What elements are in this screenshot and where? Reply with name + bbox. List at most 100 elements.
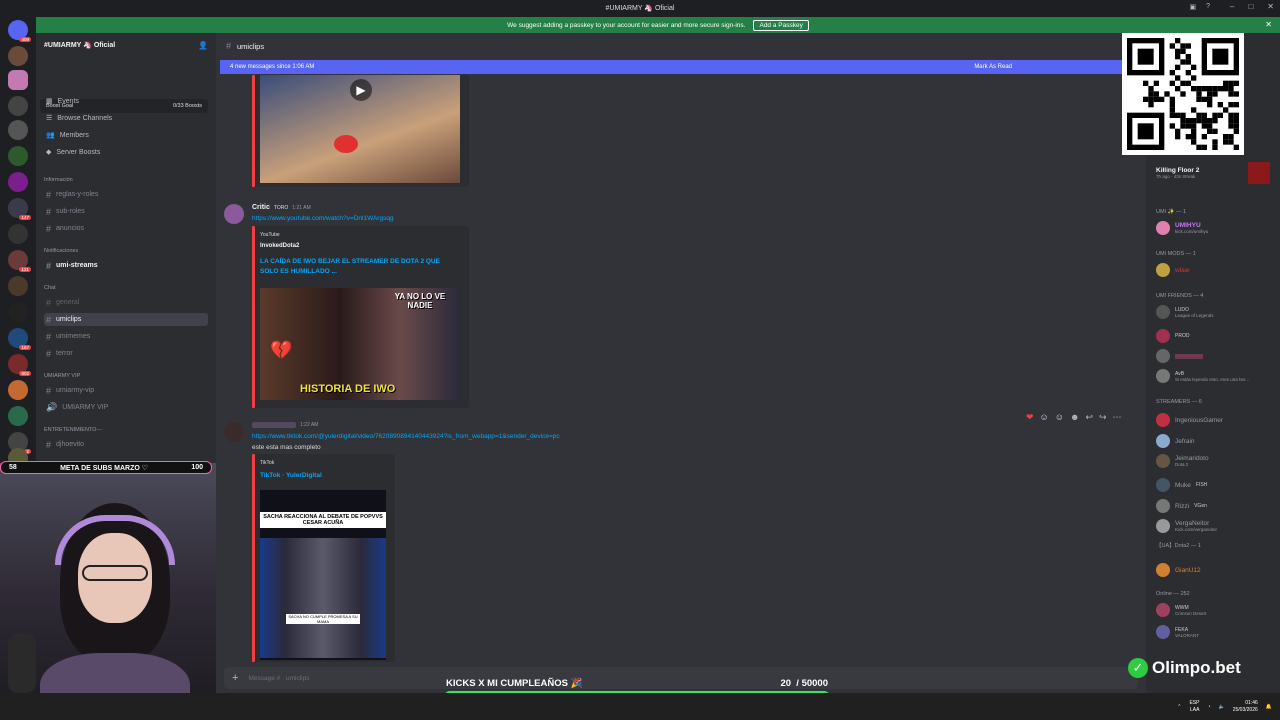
qr-module	[1191, 118, 1197, 124]
add-member-icon[interactable]: 👤	[198, 41, 208, 50]
author-name-blurred[interactable]	[252, 422, 296, 428]
clock[interactable]: 01:46 25/03/2026	[1233, 700, 1258, 714]
qr-module	[1175, 134, 1181, 140]
close-icon[interactable]: ✕	[1265, 20, 1272, 29]
inbox-icon[interactable]: ▣	[1189, 3, 1196, 11]
heart-reaction-icon[interactable]: ❤	[1026, 412, 1034, 423]
qr-module	[1175, 54, 1181, 60]
member-item[interactable]: wlaw	[1156, 263, 1189, 277]
member-item[interactable]: AvB Si estás leyendo esto, eres una her..…	[1156, 369, 1249, 383]
category-info[interactable]: Información	[44, 177, 73, 183]
server-icon-dm[interactable]: 409	[8, 20, 31, 42]
volume-icon[interactable]: 🔈	[1219, 704, 1225, 710]
member-item[interactable]: WWM Crimson Desert	[1156, 603, 1206, 617]
language-indicator[interactable]: ESP LAA	[1189, 700, 1199, 714]
add-passkey-button[interactable]: Add a Passkey	[753, 19, 809, 31]
channel-terror[interactable]: # terror	[44, 347, 208, 360]
server-icon[interactable]: 167	[8, 328, 31, 350]
server-icon[interactable]: 147	[8, 198, 31, 220]
member-item[interactable]: Rizzi VGen	[1156, 499, 1207, 513]
tray-chevron-icon[interactable]: ⌃	[1177, 704, 1181, 710]
message-link[interactable]: https://www.youtube.com/watch?v=Dnl1WArg…	[252, 215, 394, 222]
new-messages-bar[interactable]: 4 new messages since 1:06 AM Mark As Rea…	[220, 60, 1132, 74]
member-item[interactable]: Jefrain	[1156, 434, 1195, 448]
author-name[interactable]: Critic	[252, 204, 270, 211]
hash-icon: #	[46, 314, 52, 325]
embed-title[interactable]: TikTok · YulerDigital	[260, 472, 322, 479]
server-icon[interactable]	[8, 224, 28, 244]
qr-module	[1185, 54, 1191, 60]
category-entretenimiento[interactable]: ENTRETENIMIENTO---	[44, 427, 102, 433]
member-item[interactable]: VergaNeitor Kick.com/verganeitor	[1156, 519, 1217, 533]
server-icon[interactable]	[8, 96, 28, 116]
member-item[interactable]: PROD	[1156, 329, 1189, 343]
channel-umiclips[interactable]: # umiclips	[44, 313, 208, 326]
plus-icon[interactable]: +	[232, 672, 238, 684]
server-icon[interactable]	[8, 406, 28, 426]
member-activity[interactable]: Killing Floor 2 7h ago · 43s Streak	[1156, 162, 1270, 184]
message-link[interactable]: https://www.tiktok.com/@yulerdigital/vid…	[252, 433, 560, 440]
video-thumbnail[interactable]: SACHA REACCIONA AL DEBATE DE POPVVS CESA…	[260, 490, 386, 660]
member-item[interactable]: IngeniousGamer	[1156, 413, 1223, 427]
video-thumbnail[interactable]: YA NO LO VE NADIE 💔 HISTORIA DE IWO	[260, 288, 460, 400]
help-icon[interactable]: ?	[1206, 3, 1210, 11]
nav-events[interactable]: ▦ Events	[46, 97, 79, 106]
channel-general[interactable]: # general	[44, 296, 208, 309]
nav-server-boosts[interactable]: ◆ Server Boosts	[46, 148, 100, 157]
server-icon[interactable]	[8, 380, 28, 400]
channel-djhoevito[interactable]: # djhoevito	[44, 438, 208, 451]
member-item[interactable]: Jeimaridoto Dota 2	[1156, 454, 1209, 468]
forward-icon[interactable]: ↪	[1099, 412, 1107, 423]
avatar[interactable]	[224, 204, 244, 224]
notification-icon[interactable]: 🔔	[1266, 704, 1272, 710]
server-icon[interactable]	[8, 46, 28, 66]
avatar[interactable]	[224, 422, 244, 442]
category-chat[interactable]: Chat	[44, 285, 56, 291]
reply-icon[interactable]: ↩	[1085, 412, 1093, 423]
member-item[interactable]	[1156, 349, 1203, 363]
server-icon-active[interactable]	[8, 70, 28, 90]
channel-umi-streams[interactable]: # umi-streams	[44, 259, 208, 272]
member-name: wlaw	[1175, 266, 1190, 274]
video-thumbnail[interactable]: ▶	[260, 75, 460, 183]
qr-module	[1212, 91, 1218, 97]
message-input[interactable]: Message # · umiclips	[248, 675, 309, 682]
nav-members[interactable]: 👥 Members	[46, 131, 89, 140]
member-item[interactable]: LUDO League of Legends	[1156, 305, 1214, 319]
guild-name[interactable]: #UMIARMY 🦄 Oficial	[44, 41, 115, 49]
embed-author[interactable]: InvokedDota2	[260, 243, 299, 249]
qr-module	[1233, 102, 1239, 108]
member-item[interactable]: GianU12	[1156, 563, 1201, 577]
server-icon[interactable]: 121	[8, 250, 31, 272]
youtube-embed: YouTube InvokedDota2 LA CAÍDA DE IWO BEJ…	[255, 226, 469, 408]
server-icon[interactable]	[8, 146, 28, 166]
mark-as-read-button[interactable]: Mark As Read	[974, 64, 1012, 70]
close-button[interactable]: ✕	[1267, 2, 1274, 11]
category-notificaciones[interactable]: Notificaciones	[44, 248, 78, 254]
member-item[interactable]: Muke FISH	[1156, 478, 1207, 492]
maximize-button[interactable]: □	[1248, 2, 1253, 11]
channel-anuncios[interactable]: # anuncios	[44, 222, 208, 235]
server-icon[interactable]	[8, 120, 28, 140]
nav-browse-channels[interactable]: ☰ Browse Channels	[46, 114, 112, 123]
embed-title[interactable]: LA CAÍDA DE IWO BEJAR EL STREAMER DE DOT…	[260, 257, 455, 277]
channel-umiarmy-vip[interactable]: # umiarmy-vip	[44, 384, 208, 397]
minimize-button[interactable]: –	[1230, 2, 1234, 11]
server-icon[interactable]	[8, 302, 28, 322]
member-item[interactable]: UMIHYU kick.com/umihyu	[1156, 221, 1208, 235]
member-item[interactable]: FEKA VALORANT	[1156, 625, 1199, 639]
server-icon[interactable]: 802	[8, 354, 31, 376]
channel-reglas[interactable]: # reglas-y-roles	[44, 188, 208, 201]
channel-umimemes[interactable]: # umimemes	[44, 330, 208, 343]
channel-sub-roles[interactable]: # sub-roles	[44, 205, 208, 218]
more-icon[interactable]: ⋯	[1113, 412, 1122, 423]
category-vip[interactable]: UMIARMY VIP	[44, 373, 80, 379]
server-icon[interactable]	[8, 276, 28, 296]
add-reaction-icon[interactable]: ☻	[1070, 412, 1079, 423]
server-icon[interactable]	[8, 172, 28, 192]
emoji-reaction-icon[interactable]: ☺	[1040, 412, 1049, 423]
voice-channel-umiarmy-vip[interactable]: 🔊 UMIARMY VIP	[44, 401, 208, 414]
emoji-reaction-icon[interactable]: ☺	[1055, 412, 1064, 423]
wifi-icon[interactable]: ◔	[1207, 704, 1210, 710]
play-icon[interactable]: ▶	[350, 79, 372, 101]
